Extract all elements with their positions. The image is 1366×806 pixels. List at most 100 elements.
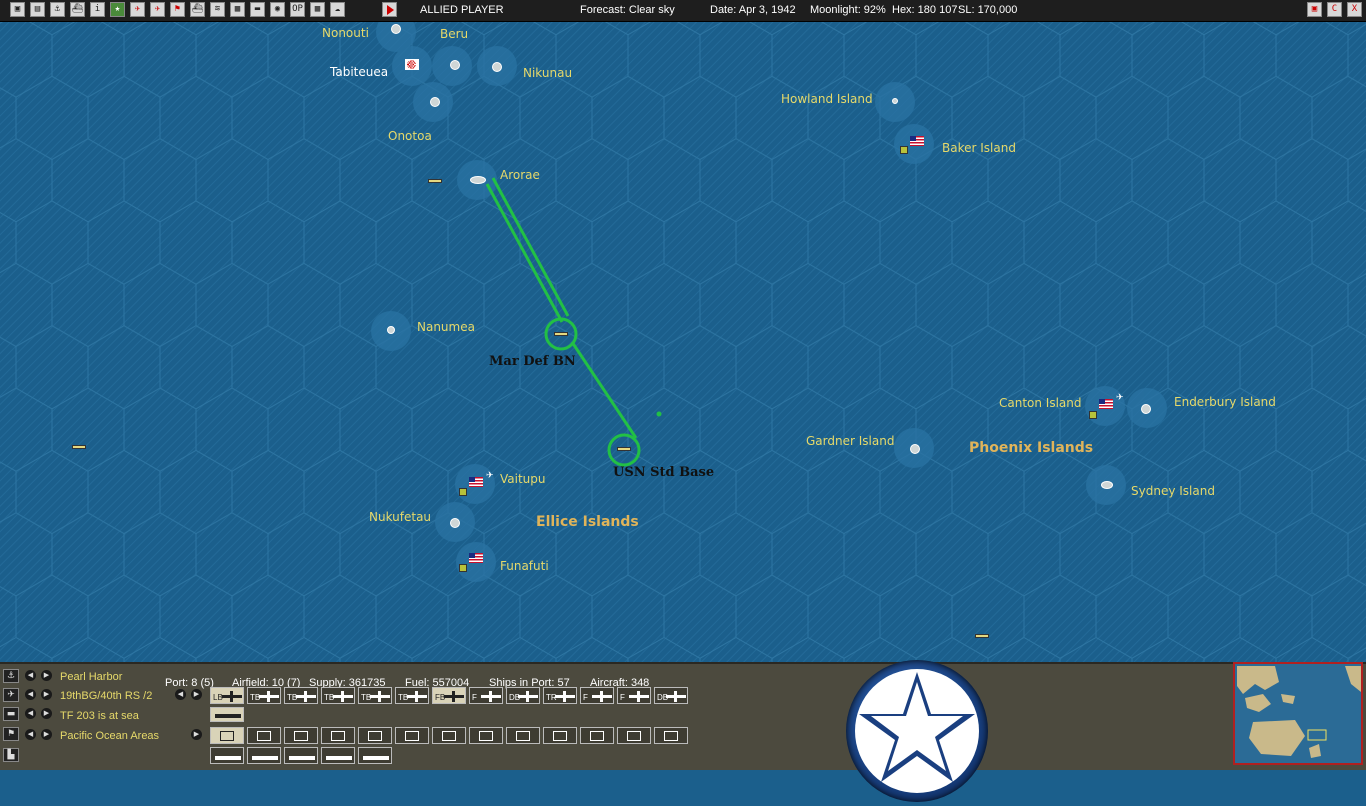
ship-type-icon[interactable]: [247, 747, 281, 764]
task-force-ship-button[interactable]: [210, 707, 244, 722]
airgroup-icon[interactable]: ✈: [3, 688, 19, 702]
atoll-icon[interactable]: [450, 60, 460, 70]
unit-type-icon[interactable]: [210, 727, 244, 744]
end-turn-play-icon[interactable]: [382, 2, 397, 17]
unit-type-icon[interactable]: [284, 727, 318, 744]
prev-arrow-icon[interactable]: ◀: [25, 689, 36, 700]
task-force-icon[interactable]: [554, 332, 568, 336]
base-icon[interactable]: [459, 488, 467, 496]
weather-button[interactable]: ☁: [330, 2, 345, 17]
atoll-icon[interactable]: [1141, 404, 1151, 414]
hex-map[interactable]: ✈ ✈ Nonouti Beru Tabiteuea Nikunau Onoto…: [0, 22, 1366, 662]
airgroup-name[interactable]: 19thBG/40th RS /2: [60, 690, 152, 702]
task-force-icon[interactable]: [975, 634, 989, 638]
airgroup-button[interactable]: TB: [321, 687, 355, 704]
task-force-icon[interactable]: [72, 445, 86, 449]
us-flag-icon[interactable]: [910, 136, 924, 146]
unit-type-icon[interactable]: [617, 727, 651, 744]
reports-button[interactable]: ▤: [30, 2, 45, 17]
atoll-icon[interactable]: [492, 62, 502, 72]
base-icon[interactable]: [900, 146, 908, 154]
ship-icon[interactable]: ▬: [3, 707, 19, 721]
task-forces-button[interactable]: ⛴: [70, 2, 85, 17]
airgroup-button[interactable]: TR: [543, 687, 577, 704]
hq-name[interactable]: Pacific Ocean Areas: [60, 730, 159, 742]
info-button[interactable]: i: [90, 2, 105, 17]
airgroup-icon[interactable]: ✈: [1116, 394, 1126, 403]
airgroup-button[interactable]: TB: [247, 687, 281, 704]
ship-type-icon[interactable]: [321, 747, 355, 764]
prev-arrow-icon[interactable]: ◀: [25, 729, 36, 740]
task-force-icon[interactable]: [428, 179, 442, 183]
us-flag-icon[interactable]: [469, 553, 483, 563]
airgroup-button[interactable]: F: [469, 687, 503, 704]
close-button[interactable]: X: [1347, 2, 1362, 17]
task-force-status[interactable]: TF 203 is at sea: [60, 710, 139, 722]
atoll-icon[interactable]: [430, 97, 440, 107]
airgroup-button[interactable]: TB: [358, 687, 392, 704]
ground-unit-icon[interactable]: ▙: [3, 748, 19, 762]
unit-type-icon[interactable]: [580, 727, 614, 744]
transport-button[interactable]: ▬: [250, 2, 265, 17]
us-flag-icon[interactable]: [469, 477, 483, 487]
atoll-icon[interactable]: [470, 176, 486, 184]
victory-button[interactable]: ★: [110, 2, 125, 17]
ships-button[interactable]: ⛴: [190, 2, 205, 17]
unit-type-icon[interactable]: [654, 727, 688, 744]
aircraft-button[interactable]: ✈: [150, 2, 165, 17]
hq-flag-icon[interactable]: ⚑: [3, 727, 19, 741]
airgroup-button[interactable]: TB: [284, 687, 318, 704]
ship-type-icon[interactable]: [284, 747, 318, 764]
atoll-icon[interactable]: [450, 518, 460, 528]
unit-label[interactable]: USN Std Base: [613, 465, 714, 480]
map-button[interactable]: ▦: [230, 2, 245, 17]
next-arrow-icon[interactable]: ▶: [191, 729, 202, 740]
task-force-icon[interactable]: [617, 447, 631, 451]
flag-icon[interactable]: ▣: [1307, 2, 1322, 17]
grid-button[interactable]: ▦: [310, 2, 325, 17]
japanese-flag-icon[interactable]: [405, 59, 419, 70]
globe-button[interactable]: ◉: [270, 2, 285, 17]
unit-type-icon[interactable]: [247, 727, 281, 744]
unit-type-icon[interactable]: [395, 727, 429, 744]
base-anchor-icon[interactable]: ⚓: [3, 669, 19, 683]
next-arrow-icon[interactable]: ▶: [41, 708, 52, 719]
units-list-button[interactable]: ▣: [10, 2, 25, 17]
bases-button[interactable]: ⚓: [50, 2, 65, 17]
airgroup-icon[interactable]: ✈: [486, 472, 496, 481]
next-arrow-icon[interactable]: ▶: [41, 689, 52, 700]
flag-button[interactable]: ⚑: [170, 2, 185, 17]
prev-arrow-icon[interactable]: ◀: [25, 708, 36, 719]
unit-type-icon[interactable]: [321, 727, 355, 744]
airgroup-button[interactable]: F: [617, 687, 651, 704]
prev-arrow-icon[interactable]: ◀: [25, 670, 36, 681]
atoll-icon[interactable]: [892, 98, 898, 104]
mini-map[interactable]: [1233, 662, 1363, 765]
atoll-icon[interactable]: [910, 444, 920, 454]
us-flag-icon[interactable]: [1099, 399, 1113, 409]
atoll-icon[interactable]: [391, 24, 401, 34]
atoll-icon[interactable]: [1101, 481, 1113, 489]
next-arrow-icon[interactable]: ▶: [41, 729, 52, 740]
next-arrow-icon[interactable]: ▶: [191, 689, 202, 700]
airgroup-button[interactable]: F: [580, 687, 614, 704]
unit-type-icon[interactable]: [358, 727, 392, 744]
atoll-icon[interactable]: [387, 326, 395, 334]
airgroup-button[interactable]: LB: [210, 687, 244, 704]
center-button[interactable]: C: [1327, 2, 1342, 17]
unit-label[interactable]: Mar Def BN: [489, 354, 576, 369]
convoy-button[interactable]: ≋: [210, 2, 225, 17]
unit-type-icon[interactable]: [469, 727, 503, 744]
airgroup-button[interactable]: DB: [654, 687, 688, 704]
airgroup-button[interactable]: FB: [432, 687, 466, 704]
next-arrow-icon[interactable]: ▶: [41, 670, 52, 681]
base-icon[interactable]: [459, 564, 467, 572]
unit-type-icon[interactable]: [432, 727, 466, 744]
airgroup-button[interactable]: DB: [506, 687, 540, 704]
base-name[interactable]: Pearl Harbor: [60, 671, 122, 683]
prev-arrow-icon[interactable]: ◀: [175, 689, 186, 700]
airgroup-button[interactable]: TB: [395, 687, 429, 704]
ship-type-icon[interactable]: [210, 747, 244, 764]
unit-type-icon[interactable]: [543, 727, 577, 744]
unit-type-icon[interactable]: [506, 727, 540, 744]
